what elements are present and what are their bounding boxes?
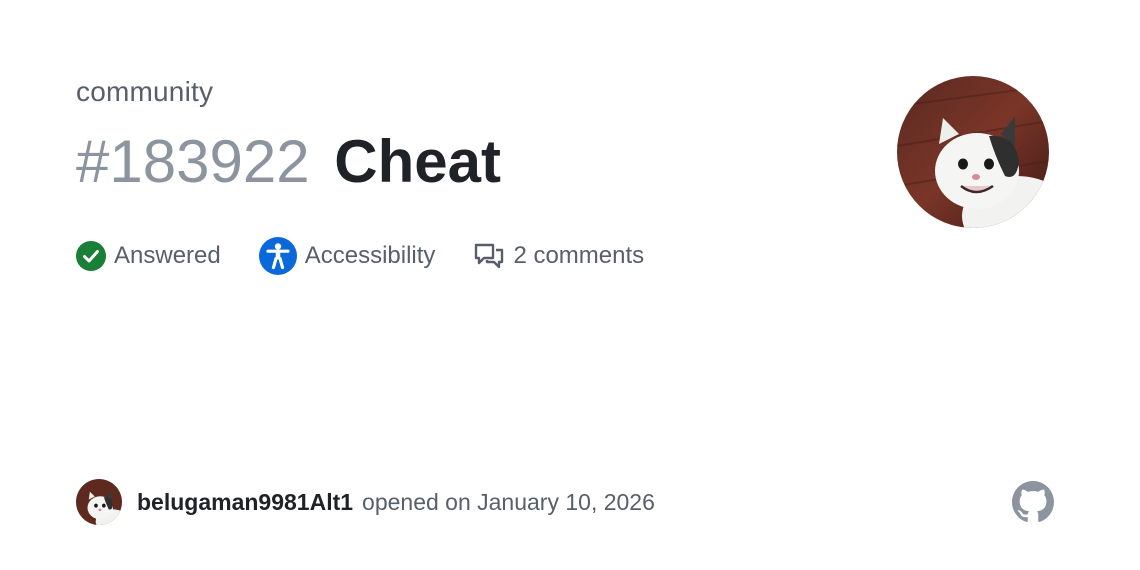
category-label: Accessibility	[304, 242, 436, 269]
github-logo-icon[interactable]	[1012, 481, 1054, 523]
status-label: Answered	[114, 242, 221, 269]
comments-count[interactable]: 2 comments	[473, 242, 644, 270]
author-line: belugaman9981Alt1 opened on January 10, …	[137, 485, 655, 519]
author-username[interactable]: belugaman9981Alt1	[137, 489, 353, 516]
status-badge: Answered	[76, 241, 221, 271]
opened-date: opened on January 10, 2026	[362, 488, 655, 515]
category-badge[interactable]: Accessibility	[258, 237, 436, 275]
author-avatar-large[interactable]	[897, 76, 1049, 228]
issue-title-text: Cheat	[334, 128, 501, 195]
issue-meta: Answered Accessibility 2 comments	[76, 236, 644, 276]
accessibility-icon	[258, 237, 297, 275]
comments-label: 2 comments	[513, 242, 645, 269]
issue-number: #183922	[76, 128, 310, 195]
issue-social-card: community #183922 Cheat Answered Accessi…	[0, 0, 1140, 570]
repo-name[interactable]: community	[76, 76, 213, 108]
author-avatar-small[interactable]	[76, 479, 122, 525]
issue-title: #183922 Cheat	[76, 126, 501, 198]
check-circle-icon	[76, 241, 106, 271]
comment-discussion-icon	[473, 242, 505, 270]
